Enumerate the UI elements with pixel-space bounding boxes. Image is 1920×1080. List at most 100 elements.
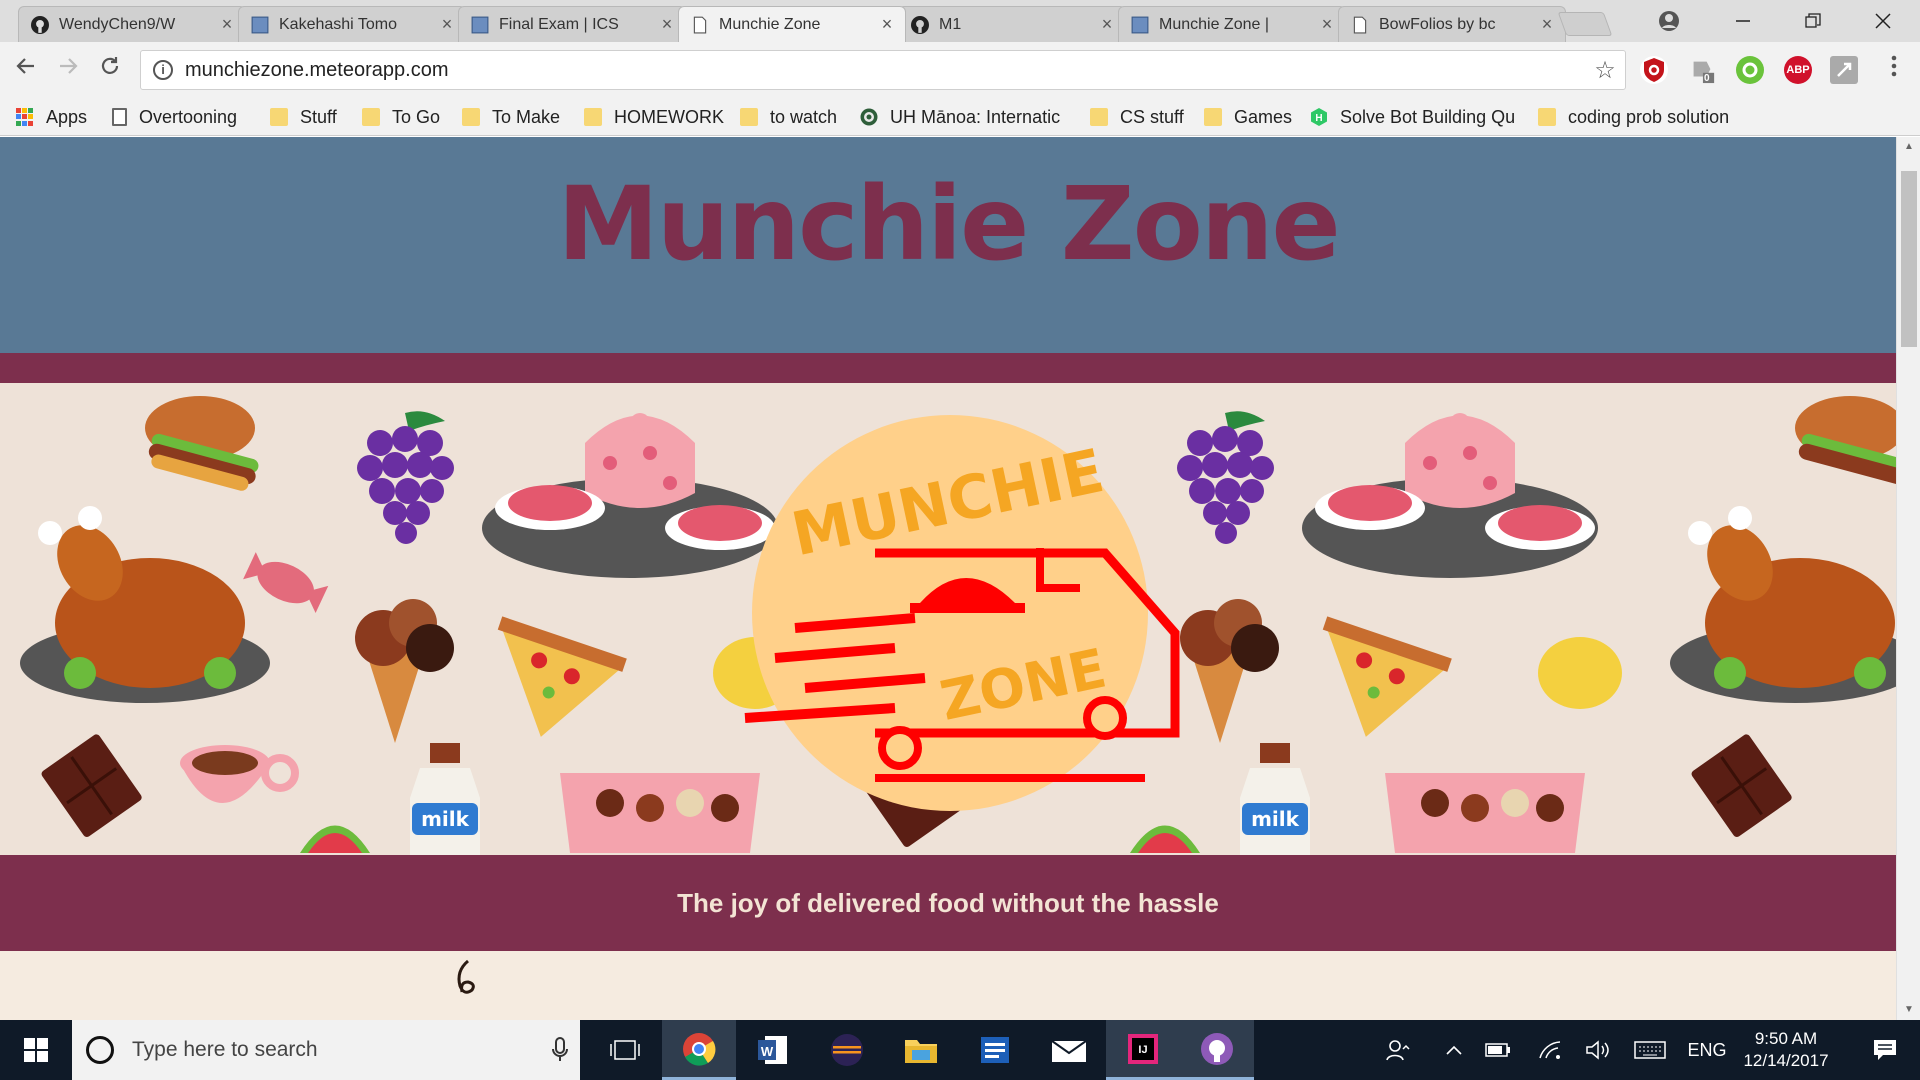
page-title: Munchie Zone: [557, 165, 1340, 284]
folder-icon: [362, 108, 380, 126]
new-tab-button[interactable]: [1557, 12, 1613, 36]
bookmark-folder-stuff[interactable]: Stuff: [270, 98, 337, 136]
battery-icon[interactable]: [1478, 1020, 1518, 1080]
munchie-zone-logo: MUNCHIE ZONE: [744, 415, 1180, 811]
chrome-menu-button[interactable]: [1878, 54, 1910, 86]
taskbar-clock[interactable]: 9:50 AM 12/14/2017: [1730, 1028, 1842, 1072]
tab-bowfolios[interactable]: BowFolios by bc ×: [1338, 6, 1566, 42]
taskbar-eclipse[interactable]: [810, 1020, 884, 1080]
tab-close-icon[interactable]: ×: [1099, 14, 1115, 35]
taskbar-mail[interactable]: [1032, 1020, 1106, 1080]
folder-icon: [1204, 108, 1222, 126]
wifi-icon[interactable]: [1530, 1020, 1570, 1080]
grapes-icon: [357, 411, 454, 544]
bookmark-folder-homework[interactable]: HOMEWORK: [584, 98, 724, 136]
cortana-icon: [86, 1036, 114, 1064]
input-language[interactable]: ENG: [1684, 1020, 1730, 1080]
back-button[interactable]: [10, 54, 42, 86]
taskbar-file-explorer[interactable]: [884, 1020, 958, 1080]
bookmark-hackerrank[interactable]: H Solve Bot Building Qu: [1310, 98, 1515, 136]
extension-gray-icon[interactable]: [1830, 56, 1858, 84]
bookmark-folder-to-go[interactable]: To Go: [362, 98, 440, 136]
close-window-button[interactable]: [1848, 0, 1918, 42]
taskbar-word[interactable]: W: [736, 1020, 810, 1080]
tab-title: WendyChen9/W: [59, 15, 176, 33]
address-url[interactable]: munchiezone.meteorapp.com: [185, 59, 1585, 82]
watermelon-icon: [300, 825, 370, 853]
ublock-extension-icon[interactable]: [1640, 56, 1668, 84]
reload-button[interactable]: [94, 54, 126, 86]
chocolate-box-icon: [560, 773, 760, 853]
tab-close-icon[interactable]: ×: [659, 14, 675, 35]
bookmark-uh-manoa[interactable]: UH Mānoa: Internatic: [860, 98, 1060, 136]
taskbar-app-blue[interactable]: [958, 1020, 1032, 1080]
github-desktop-icon: [1201, 1032, 1233, 1065]
tab-close-icon[interactable]: ×: [1319, 14, 1335, 35]
chrome-icon: [683, 1032, 716, 1066]
tab-final-exam[interactable]: Final Exam | ICS ×: [458, 6, 686, 42]
people-icon[interactable]: [1378, 1020, 1418, 1080]
folder-explorer-icon: [905, 1040, 937, 1063]
bookmark-folder-games[interactable]: Games: [1204, 98, 1292, 136]
address-bar[interactable]: i munchiezone.meteorapp.com ☆: [140, 50, 1626, 90]
pizza-icon: [1322, 616, 1452, 737]
teaset-icon: [1302, 413, 1598, 578]
scroll-down-arrow[interactable]: ▼: [1897, 1000, 1920, 1020]
show-hidden-icons-chevron-icon[interactable]: [1436, 1020, 1472, 1080]
taskbar-chrome[interactable]: [662, 1020, 736, 1080]
minimize-button[interactable]: [1708, 0, 1778, 42]
forward-button[interactable]: [52, 54, 84, 86]
scroll-up-arrow[interactable]: ▲: [1897, 137, 1920, 157]
site-info-icon[interactable]: i: [153, 60, 173, 80]
tab-close-icon[interactable]: ×: [879, 14, 895, 35]
svg-text:H: H: [1315, 113, 1322, 124]
adblock-plus-icon[interactable]: ABP: [1784, 56, 1812, 84]
tab-munchie-zone-2[interactable]: Munchie Zone | ×: [1118, 6, 1346, 42]
clock-time: 9:50 AM: [1754, 1029, 1818, 1048]
volume-icon[interactable]: [1578, 1020, 1618, 1080]
reload-icon: [101, 57, 119, 74]
page-blue-icon: [471, 16, 489, 33]
bookmark-label: Apps: [46, 106, 88, 127]
tab-strip: WendyChen9/W × Kakehashi Tomo × Final Ex…: [0, 0, 1920, 42]
svg-text:IJ: IJ: [1138, 1044, 1147, 1056]
taskbar-search[interactable]: Type here to search: [72, 1020, 580, 1080]
uh-seal-icon: [860, 108, 878, 126]
bookmark-folder-coding-prob[interactable]: coding prob solution: [1538, 98, 1729, 136]
tab-close-icon[interactable]: ×: [219, 14, 235, 35]
tab-kakehashi[interactable]: Kakehashi Tomo ×: [238, 6, 466, 42]
profile-icon[interactable]: [1634, 0, 1704, 42]
action-center-button[interactable]: [1850, 1020, 1920, 1080]
start-button[interactable]: [0, 1020, 72, 1080]
tab-close-icon[interactable]: ×: [439, 14, 455, 35]
green-extension-icon[interactable]: [1736, 56, 1764, 84]
page-scrollbar[interactable]: ▲ ▼: [1896, 137, 1920, 1020]
page-icon: [1353, 16, 1367, 33]
tab-close-icon[interactable]: ×: [1539, 14, 1555, 35]
bookmark-folder-to-watch[interactable]: to watch: [740, 98, 837, 136]
bookmark-folder-to-make[interactable]: To Make: [462, 98, 560, 136]
taskbar-github-desktop[interactable]: [1180, 1020, 1254, 1080]
page-icon: [693, 16, 707, 33]
extension-badge-icon[interactable]: 0: [1688, 56, 1716, 84]
taskbar-search-placeholder[interactable]: Type here to search: [132, 1038, 540, 1062]
restore-button[interactable]: [1778, 0, 1848, 42]
tab-github-wendychen[interactable]: WendyChen9/W ×: [18, 6, 246, 42]
tab-title: Kakehashi Tomo: [279, 15, 397, 33]
bookmark-star-icon[interactable]: ☆: [1585, 56, 1625, 85]
tab-github-m1[interactable]: M1 ×: [898, 6, 1126, 42]
bookmark-overtooning[interactable]: Overtooning: [112, 98, 237, 136]
ice-cream-icon: [1180, 599, 1279, 743]
bookmark-apps[interactable]: Apps: [16, 98, 87, 136]
bookmark-label: CS stuff: [1120, 106, 1184, 127]
hackerrank-icon: H: [1311, 108, 1327, 126]
touch-keyboard-icon[interactable]: [1628, 1020, 1672, 1080]
clock-date: 12/14/2017: [1743, 1051, 1829, 1070]
bookmark-folder-cs-stuff[interactable]: CS stuff: [1090, 98, 1184, 136]
pizza-icon: [497, 616, 627, 737]
task-view-button[interactable]: [588, 1020, 662, 1080]
microphone-icon[interactable]: [540, 1037, 580, 1063]
scrollbar-thumb[interactable]: [1901, 171, 1917, 347]
taskbar-intellij[interactable]: IJ: [1106, 1020, 1180, 1080]
tab-munchie-zone-active[interactable]: Munchie Zone ×: [678, 6, 906, 42]
